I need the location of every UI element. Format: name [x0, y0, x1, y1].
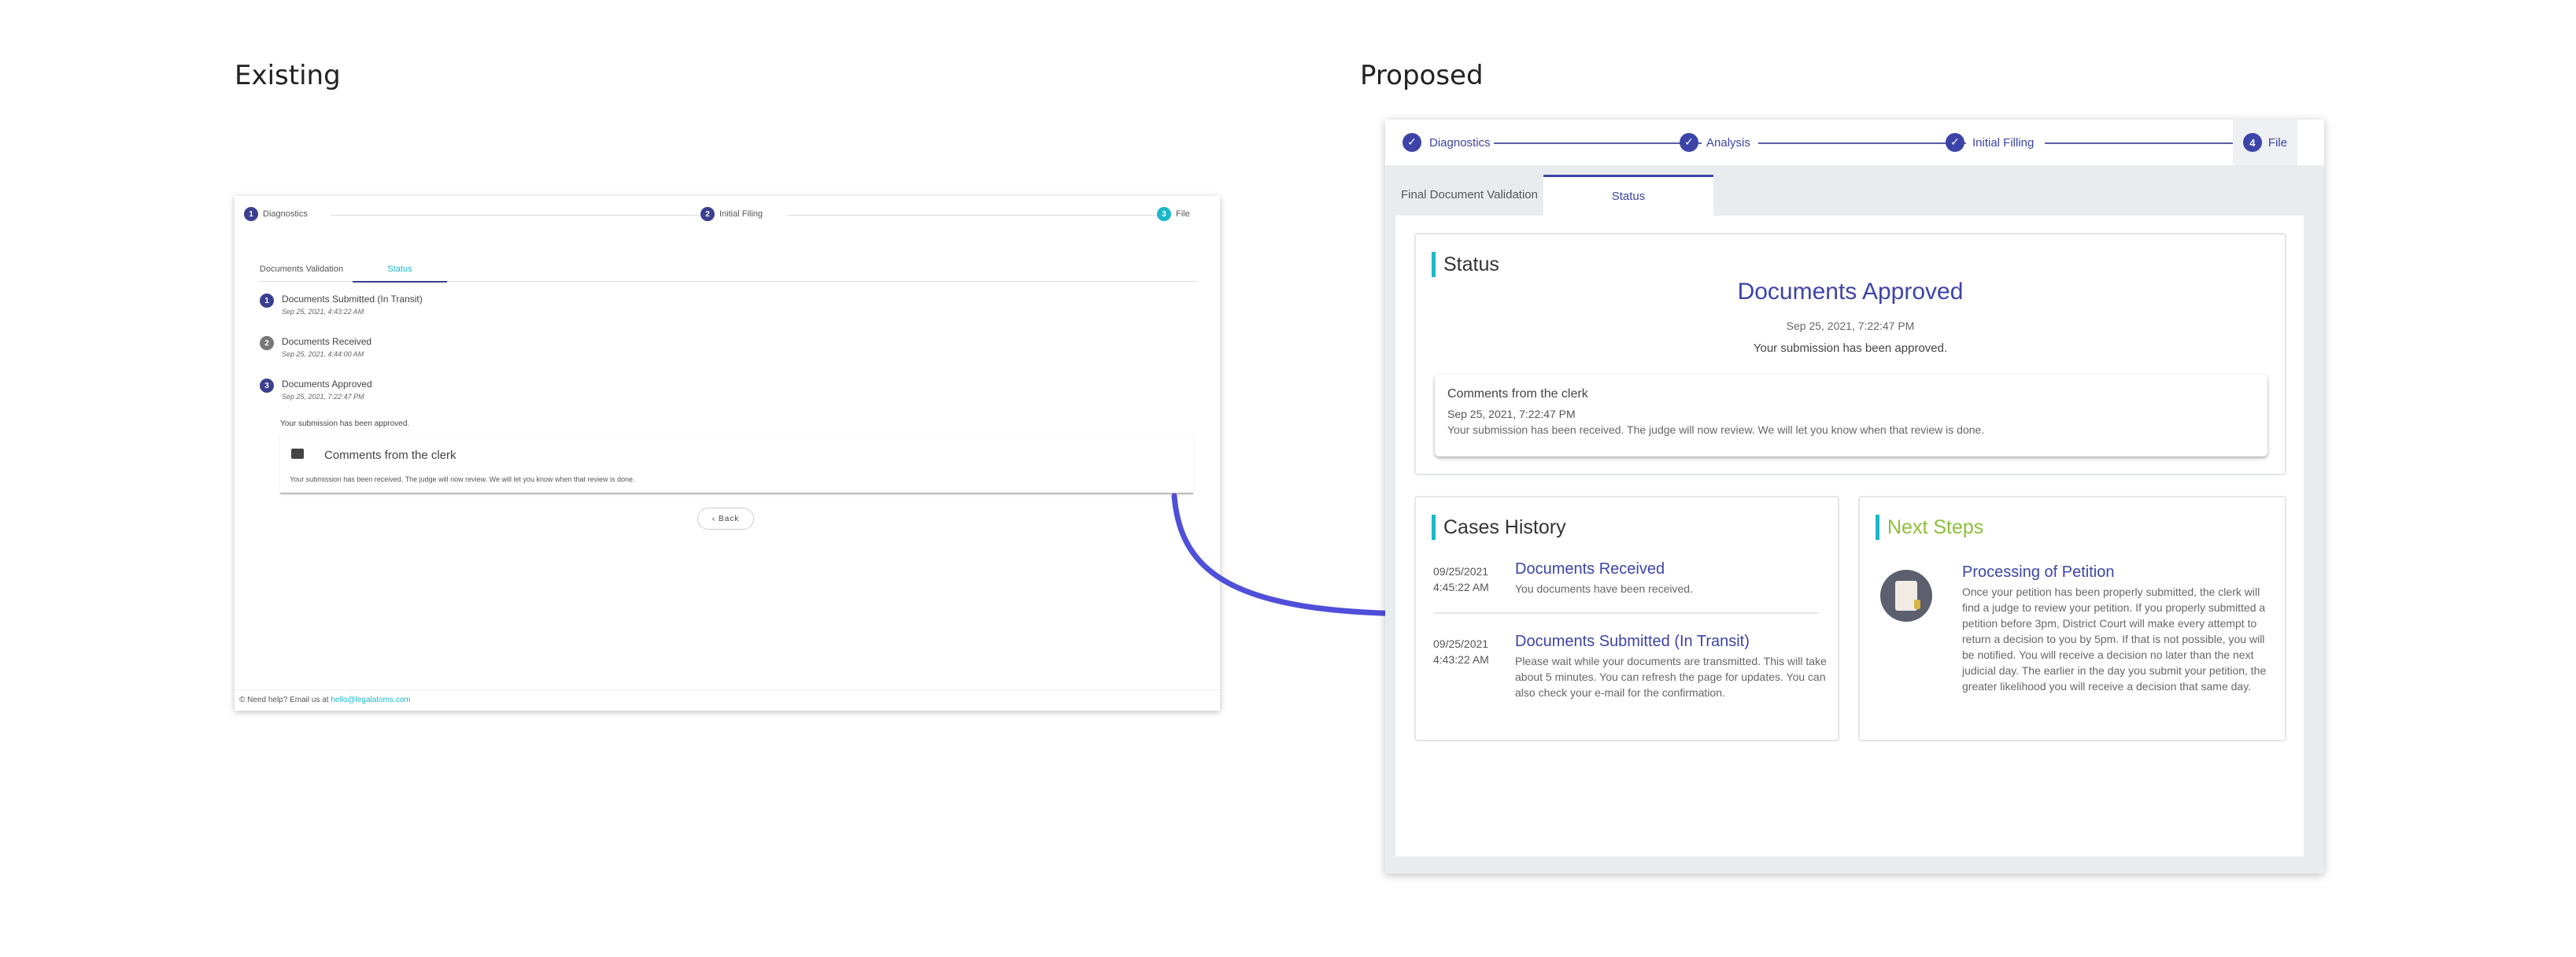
timeline-item: 1 Documents Submitted (In Transit) Sep 2…: [260, 294, 423, 316]
tab-documents-validation[interactable]: Documents Validation: [258, 257, 345, 281]
step-initial-filling[interactable]: ✓ Initial Filling: [1946, 133, 2034, 152]
history-time: 4:45:22 AM: [1433, 581, 1489, 593]
proposed-label: Proposed: [1360, 60, 1484, 91]
history-time: 4:43:22 AM: [1433, 653, 1489, 666]
existing-label: Existing: [235, 60, 341, 91]
timeline-date: Sep 25, 2021, 4:44:00 AM: [282, 350, 364, 358]
back-button[interactable]: ‹ Back: [697, 508, 754, 530]
check-icon: ✓: [1403, 133, 1421, 152]
timeline-item: 2 Documents Received Sep 25, 2021, 4:44:…: [260, 336, 371, 358]
step-label: File: [1176, 209, 1190, 219]
scroll-paper: [1895, 581, 1920, 611]
tab-final-document-validation[interactable]: Final Document Validation: [1395, 175, 1543, 216]
step-analysis[interactable]: ✓ Analysis: [1680, 133, 1750, 152]
step-connector: [787, 215, 1157, 216]
step-connector: [1758, 142, 1966, 144]
step-connector: [1494, 142, 1702, 144]
history-description: Please wait while your documents are tra…: [1515, 655, 1827, 699]
step-number: 1: [244, 207, 258, 221]
timeline-date: Sep 25, 2021, 4:43:22 AM: [282, 308, 364, 316]
comments-title: Comments from the clerk: [324, 449, 456, 462]
history-datetime: 09/25/2021 4:43:22 AM: [1433, 636, 1504, 667]
clerk-comments: Comments from the clerk Sep 25, 2021, 7:…: [1435, 375, 2267, 456]
step-number: 4: [2242, 133, 2262, 152]
tab-status[interactable]: Status: [1543, 175, 1713, 216]
history-divider: [1433, 612, 1819, 614]
step-label: File: [2267, 135, 2288, 150]
timeline-item: 3 Documents Approved Sep 25, 2021, 7:22:…: [260, 379, 372, 401]
status-card: Status Documents Approved Sep 25, 2021, …: [1414, 233, 2286, 475]
back-label: Back: [719, 514, 740, 523]
status-heading: Documents Approved: [1737, 279, 1964, 305]
step-file[interactable]: 4 File: [2233, 120, 2297, 165]
step-label: Diagnostics: [263, 209, 308, 219]
check-icon: ✓: [1680, 133, 1698, 152]
history-title[interactable]: Documents Submitted (In Transit): [1515, 633, 1750, 651]
next-steps-title: Next Steps: [1876, 515, 1983, 540]
step-number: 3: [1157, 207, 1171, 221]
clerk-comments-message: Your submission has been received. The j…: [1447, 423, 1985, 436]
timeline-title: Documents Approved: [282, 379, 372, 390]
step-label: Analysis: [1706, 135, 1750, 150]
comment-icon: [291, 449, 304, 459]
existing-screen: 1 Diagnostics 2 Initial Filing 3 File Do…: [235, 196, 1220, 711]
support-email-link[interactable]: hello@legalatoms.com: [331, 696, 410, 704]
footer-text: © Need help? Email us at: [239, 696, 331, 704]
timeline-title: Documents Received: [282, 336, 372, 347]
existing-stepper: 1 Diagnostics 2 Initial Filing 3 File: [244, 207, 1210, 224]
clerk-comments-date: Sep 25, 2021, 7:22:47 PM: [1447, 408, 1576, 420]
timeline-number: 2: [260, 336, 274, 350]
step-diagnostics[interactable]: ✓ Diagnostics: [1403, 133, 1491, 152]
next-steps-card: Next Steps Processing of Petition Once y…: [1858, 496, 2286, 741]
next-step-item-title[interactable]: Processing of Petition: [1962, 563, 2114, 582]
approved-note: Your submission has been approved.: [280, 419, 410, 428]
timeline-number: 1: [260, 294, 274, 308]
step-initial-filing[interactable]: 2 Initial Filing: [700, 207, 763, 221]
status-card-title: Status: [1432, 252, 1499, 277]
next-step-item-text: Once your petition has been properly sub…: [1962, 586, 2267, 693]
history-date: 09/25/2021: [1433, 565, 1489, 578]
history-datetime: 09/25/2021 4:45:22 AM: [1433, 563, 1504, 595]
step-connector: [331, 215, 700, 216]
footer: © Need help? Email us at hello@legalatom…: [235, 689, 1220, 711]
history-date: 09/25/2021: [1433, 637, 1489, 650]
timeline-number: 3: [260, 379, 274, 393]
clerk-comments: Comments from the clerk Your submission …: [280, 434, 1193, 494]
step-label: Initial Filing: [719, 209, 763, 219]
step-connector: [2045, 142, 2257, 144]
comments-text: Your submission has been received. The j…: [290, 475, 635, 483]
timeline-date: Sep 25, 2021, 7:22:47 PM: [282, 393, 364, 401]
step-number: 2: [700, 207, 715, 221]
clerk-comments-title: Comments from the clerk: [1447, 387, 1588, 401]
history-description: You documents have been received.: [1515, 582, 1693, 595]
step-label: Initial Filling: [1972, 135, 2035, 150]
step-diagnostics[interactable]: 1 Diagnostics: [244, 207, 308, 221]
existing-tabs: Documents Validation Status: [258, 257, 1196, 283]
history-title[interactable]: Documents Received: [1515, 560, 1665, 578]
cases-history-title: Cases History: [1432, 515, 1566, 540]
timeline-title: Documents Submitted (In Transit): [282, 294, 423, 305]
proposed-screen: ✓ Diagnostics ✓ Analysis ✓ Initial Filli…: [1385, 120, 2324, 874]
step-label: Diagnostics: [1429, 135, 1491, 150]
petition-scroll-icon: [1880, 570, 1932, 622]
chevron-left-icon: ‹: [711, 514, 716, 523]
check-icon: ✓: [1946, 133, 1964, 152]
cases-history-card: Cases History 09/25/2021 4:45:22 AM Docu…: [1414, 496, 1839, 741]
tab-content: Status Documents Approved Sep 25, 2021, …: [1395, 216, 2304, 856]
step-file[interactable]: 3 File: [1157, 207, 1190, 221]
tab-status[interactable]: Status: [353, 257, 447, 283]
status-message: Your submission has been approved.: [1753, 342, 1948, 355]
proposed-stepper: ✓ Diagnostics ✓ Analysis ✓ Initial Filli…: [1385, 120, 2324, 165]
status-date: Sep 25, 2021, 7:22:47 PM: [1786, 320, 1915, 332]
